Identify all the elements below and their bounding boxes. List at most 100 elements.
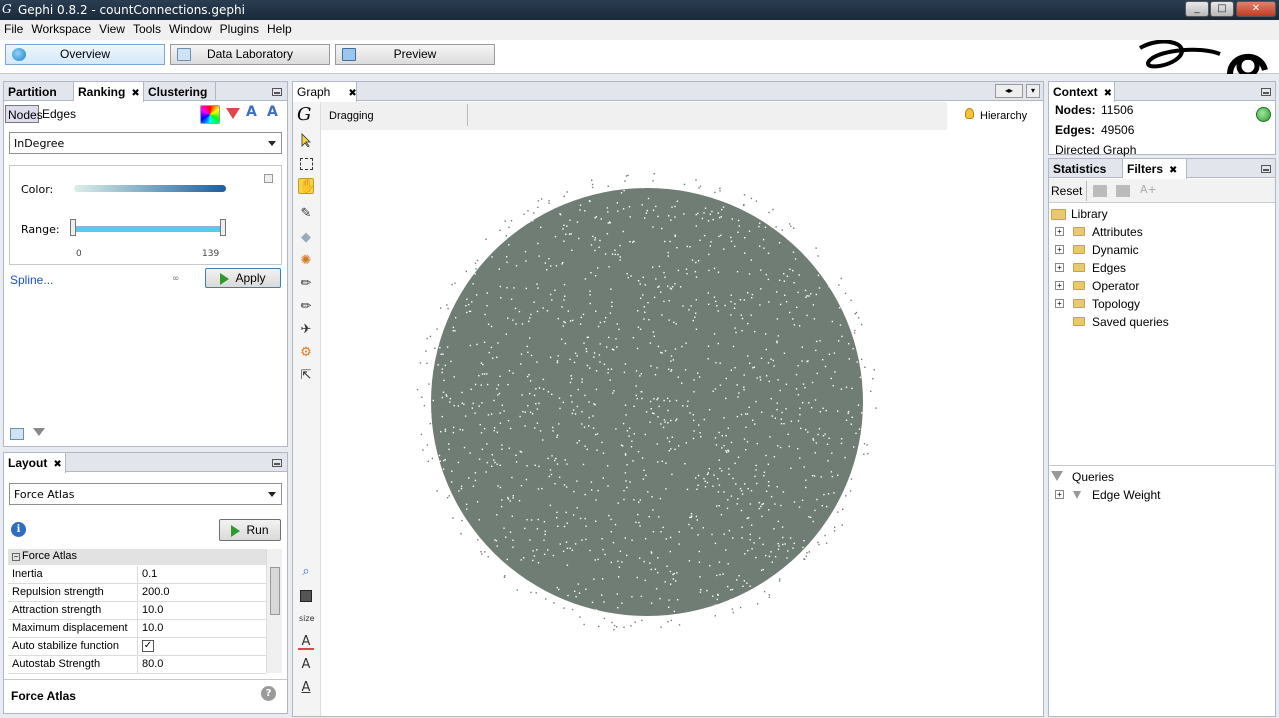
- painter-brush-icon[interactable]: ✎: [298, 206, 314, 222]
- properties-scrollbar[interactable]: [266, 549, 282, 673]
- rectangle-select-icon[interactable]: [298, 156, 314, 172]
- filter-action-icon[interactable]: [1093, 185, 1107, 197]
- minimize-panel-icon[interactable]: [1261, 165, 1271, 173]
- overview-button[interactable]: Overview: [5, 44, 165, 65]
- library-item-edges[interactable]: + Edges: [1049, 259, 1269, 277]
- force-atlas-section-header[interactable]: − Force Atlas: [8, 549, 266, 565]
- rename-icon[interactable]: A+: [1140, 183, 1157, 196]
- menu-workspace[interactable]: Workspace: [27, 20, 95, 36]
- property-row-repulsion[interactable]: Repulsion strength 200.0: [8, 584, 266, 602]
- expand-icon[interactable]: +: [1055, 490, 1064, 499]
- label-font-icon[interactable]: A: [298, 657, 314, 673]
- heat-map-icon[interactable]: ✺: [298, 253, 314, 269]
- expand-icon[interactable]: +: [1055, 263, 1064, 272]
- library-item-topology[interactable]: + Topology: [1049, 295, 1269, 313]
- info-icon[interactable]: i: [11, 522, 26, 537]
- palette-icon[interactable]: [264, 174, 273, 183]
- node-cloud[interactable]: [431, 188, 863, 616]
- drag-hand-icon[interactable]: ✋: [298, 178, 315, 194]
- help-icon[interactable]: ?: [261, 686, 276, 701]
- minimize-panel-icon[interactable]: [1261, 88, 1271, 96]
- menu-file[interactable]: File: [0, 20, 27, 36]
- tab-filters[interactable]: Filters ✖: [1123, 159, 1187, 179]
- graph-canvas[interactable]: [321, 130, 1043, 716]
- tab-layout[interactable]: Layout ✖: [4, 453, 66, 473]
- run-button[interactable]: Run: [219, 519, 281, 541]
- tab-scroll-arrows[interactable]: ◂▸: [995, 84, 1023, 98]
- property-row-max-displacement[interactable]: Maximum displacement 10.0: [8, 620, 266, 638]
- close-tab-icon[interactable]: ✖: [348, 88, 356, 99]
- shortest-path-plane-icon[interactable]: ✈: [298, 322, 314, 338]
- query-item-edge-weight[interactable]: + Edge Weight: [1049, 486, 1269, 504]
- zoom-search-icon[interactable]: ⌕: [298, 564, 314, 580]
- expand-icon[interactable]: +: [1055, 227, 1064, 236]
- edit-help-cursor-icon[interactable]: ⇱: [298, 368, 314, 384]
- property-row-auto-stabilize[interactable]: Auto stabilize function ✓: [8, 638, 266, 656]
- ranking-parameter-select[interactable]: InDegree: [9, 132, 282, 154]
- minimize-panel-icon[interactable]: [272, 88, 282, 96]
- library-item-attributes[interactable]: + Attributes: [1049, 223, 1269, 241]
- range-slider-track[interactable]: [74, 226, 226, 232]
- library-item-dynamic[interactable]: + Dynamic: [1049, 241, 1269, 259]
- library-item-operator[interactable]: + Operator: [1049, 277, 1269, 295]
- close-tab-icon[interactable]: ✖: [1169, 165, 1177, 176]
- subtab-edges[interactable]: Edges: [42, 107, 76, 121]
- label-size-tool-icon[interactable]: A: [298, 680, 314, 696]
- scrollbar-thumb[interactable]: [270, 567, 280, 615]
- export-filter-icon[interactable]: [1116, 185, 1130, 197]
- tab-partition[interactable]: Partition: [4, 82, 74, 101]
- close-tab-icon[interactable]: ✖: [53, 459, 61, 470]
- range-max-handle[interactable]: [220, 219, 226, 236]
- apply-button[interactable]: Apply: [205, 268, 281, 288]
- label-color-icon[interactable]: A: [246, 104, 257, 120]
- filter-funnel-icon[interactable]: [33, 428, 45, 436]
- settings-gear-icon[interactable]: ⚙: [298, 345, 314, 361]
- label-size-icon[interactable]: A: [267, 104, 278, 120]
- close-tab-icon[interactable]: ✖: [131, 88, 139, 99]
- select-arrow-icon[interactable]: [298, 133, 314, 149]
- node-pencil-icon[interactable]: ✏: [298, 299, 314, 315]
- menu-window[interactable]: Window: [165, 20, 216, 36]
- label-color-tool-icon[interactable]: A: [298, 634, 314, 650]
- tab-ranking[interactable]: Ranking ✖: [74, 82, 144, 102]
- subtab-nodes[interactable]: Nodes: [5, 105, 43, 123]
- data-laboratory-button[interactable]: Data Laboratory: [170, 44, 330, 65]
- background-color-icon[interactable]: [298, 588, 314, 604]
- tab-statistics[interactable]: Statistics: [1049, 159, 1123, 178]
- reset-button[interactable]: Reset: [1051, 184, 1082, 198]
- tab-context[interactable]: Context ✖: [1049, 82, 1115, 102]
- close-button[interactable]: ✕: [1236, 1, 1276, 17]
- collapse-icon[interactable]: −: [12, 553, 20, 561]
- auto-stabilize-checkbox[interactable]: ✓: [142, 640, 154, 652]
- tab-list-dropdown-icon[interactable]: ▾: [1026, 84, 1040, 98]
- size-diamond-icon[interactable]: [226, 108, 240, 119]
- maximize-button[interactable]: □: [1210, 1, 1234, 17]
- size-diamond-tool-icon[interactable]: ◆: [298, 230, 314, 246]
- hierarchy-toggle[interactable]: Hierarchy: [947, 102, 1043, 130]
- expand-icon[interactable]: +: [1055, 281, 1064, 290]
- library-root[interactable]: Library: [1049, 205, 1269, 223]
- layout-algorithm-select[interactable]: Force Atlas: [9, 483, 282, 505]
- results-list-icon[interactable]: [10, 428, 24, 440]
- property-row-inertia[interactable]: Inertia 0.1: [8, 566, 266, 584]
- queries-root[interactable]: Queries: [1049, 468, 1269, 486]
- edge-pencil-icon[interactable]: ✏: [298, 276, 314, 292]
- tab-graph[interactable]: Graph ✖: [293, 82, 357, 102]
- preview-button[interactable]: Preview: [335, 44, 495, 65]
- menu-tools[interactable]: Tools: [129, 20, 165, 36]
- tab-clustering[interactable]: Clustering: [144, 82, 216, 101]
- expand-icon[interactable]: +: [1055, 245, 1064, 254]
- spline-link[interactable]: Spline...: [10, 273, 53, 287]
- color-gradient-bar[interactable]: [74, 185, 226, 192]
- property-row-autostab-strength[interactable]: Autostab Strength 80.0: [8, 656, 266, 674]
- minimize-button[interactable]: _: [1185, 1, 1209, 17]
- menu-help[interactable]: Help: [263, 20, 296, 36]
- range-min-handle[interactable]: [70, 219, 76, 236]
- library-item-saved-queries[interactable]: Saved queries: [1049, 313, 1269, 331]
- menu-plugins[interactable]: Plugins: [216, 20, 263, 36]
- color-wheel-icon[interactable]: [200, 105, 220, 124]
- minimize-panel-icon[interactable]: [272, 459, 282, 467]
- close-tab-icon[interactable]: ✖: [1104, 88, 1112, 99]
- expand-icon[interactable]: +: [1055, 299, 1064, 308]
- link-icon[interactable]: ∞: [172, 274, 180, 284]
